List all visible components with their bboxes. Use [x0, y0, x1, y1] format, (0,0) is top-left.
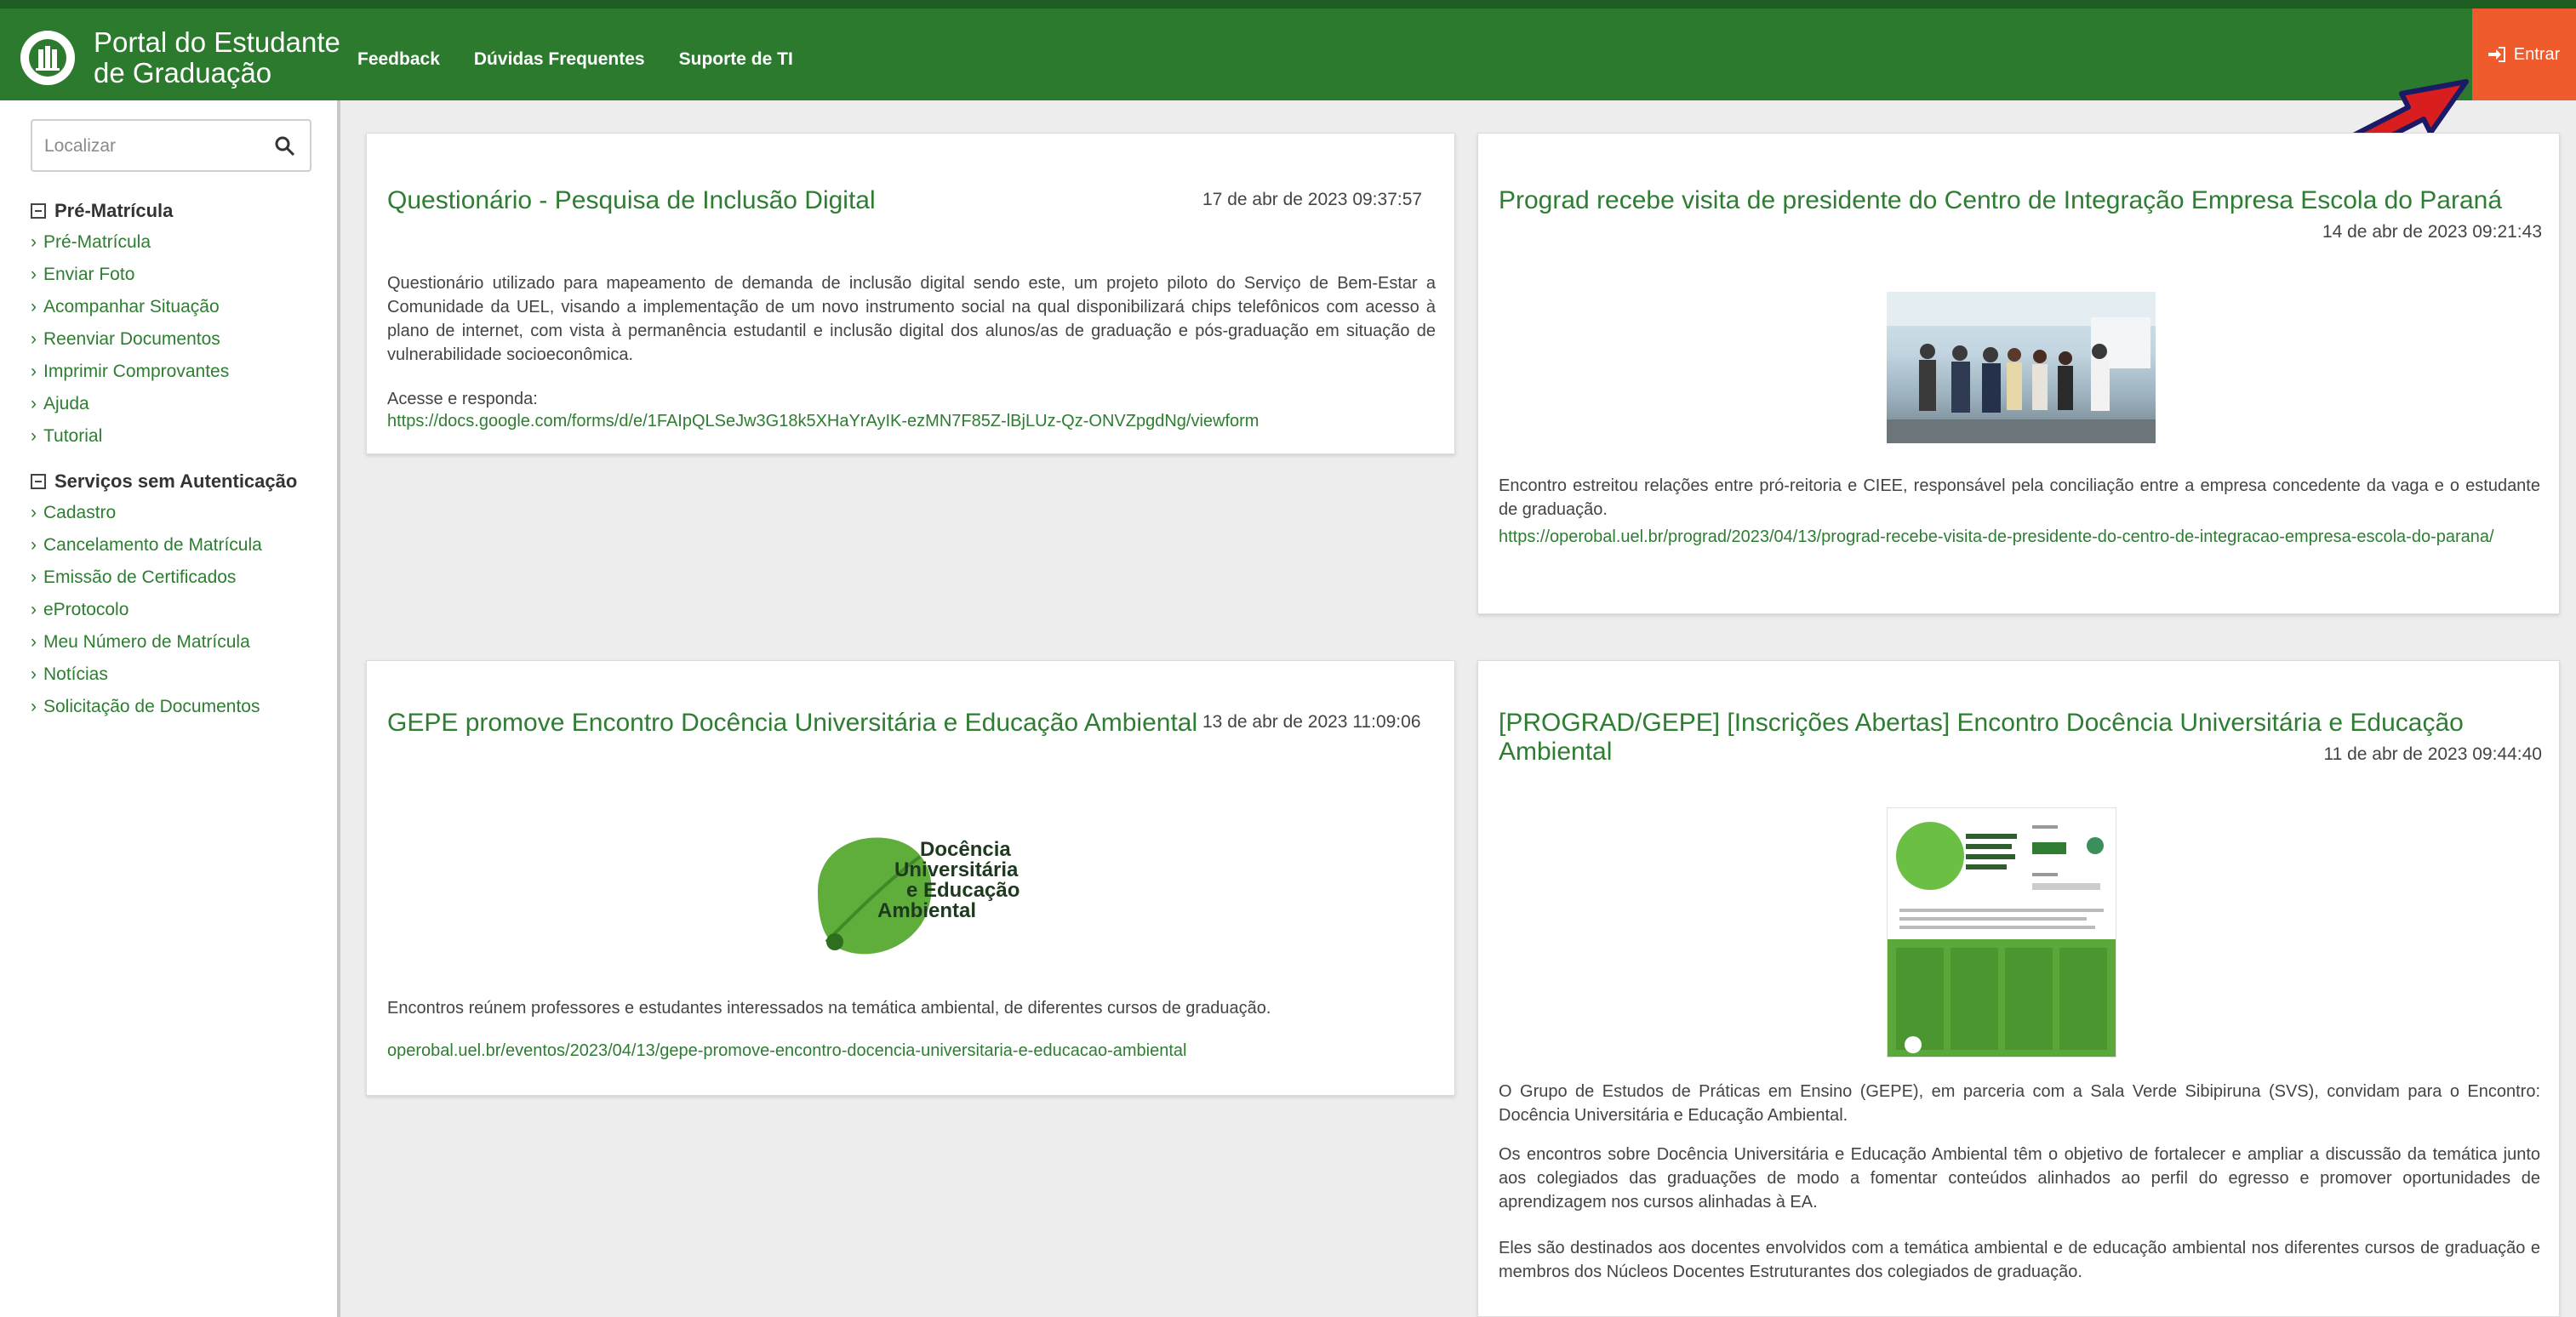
sidebar-item-label: Cancelamento de Matrícula — [43, 535, 262, 555]
sidebar-item-label: eProtocolo — [43, 600, 129, 619]
brand-title: Portal do Estudante de Graduação — [94, 27, 340, 88]
news-date: 13 de abr de 2023 11:09:06 — [1202, 712, 1421, 732]
news-body: Encontro estreitou relações entre pró-re… — [1499, 476, 2540, 519]
sidebar-item-solicitacao-documentos[interactable]: › Solicitação de Documentos — [31, 691, 328, 723]
sidebar-item-pre-matricula[interactable]: › Pré-Matrícula — [31, 226, 328, 259]
sidebar-item-certificados[interactable]: › Emissão de Certificados — [31, 562, 328, 594]
sidebar-item-ajuda[interactable]: › Ajuda — [31, 388, 328, 420]
news-card-gepe-encontro: GEPE promove Encontro Docência Universit… — [366, 660, 1455, 1096]
news-body-p1: O Grupo de Estudos de Práticas em Ensino… — [1499, 1082, 2540, 1125]
sign-in-icon — [2487, 47, 2505, 62]
chevron-right-icon: › — [31, 697, 37, 716]
top-navbar: Portal do Estudante de Graduação Feedbac… — [0, 0, 2576, 100]
chevron-right-icon: › — [31, 664, 37, 684]
sidebar-item-label: Reenviar Documentos — [43, 329, 220, 349]
news-date: 11 de abr de 2023 09:44:40 — [2323, 744, 2542, 764]
collapse-icon — [31, 474, 46, 489]
search-box — [31, 119, 311, 172]
news-title[interactable]: GEPE promove Encontro Docência Universit… — [387, 709, 1197, 738]
sidebar-item-reenviar-documentos[interactable]: › Reenviar Documentos — [31, 323, 328, 356]
search-icon[interactable] — [274, 135, 296, 157]
event-poster — [1887, 807, 2116, 1058]
news-body-p3: Eles são destinados aos docentes envolvi… — [1499, 1239, 2540, 1281]
sidebar-item-numero-matricula[interactable]: › Meu Número de Matrícula — [31, 626, 328, 658]
chevron-right-icon: › — [31, 426, 37, 446]
news-photo — [1887, 292, 2156, 443]
section-pre-matricula[interactable]: Pré-Matrícula — [31, 196, 328, 226]
university-logo-icon — [20, 31, 75, 85]
login-button[interactable]: Entrar — [2472, 9, 2576, 100]
chevron-right-icon: › — [31, 632, 37, 652]
top-nav: Feedback Dúvidas Frequentes Suporte de T… — [357, 49, 793, 70]
section-servicos-sem-autenticacao[interactable]: Serviços sem Autenticação — [31, 466, 328, 497]
news-body-p2: Os encontros sobre Docência Universitári… — [1499, 1145, 2540, 1212]
sidebar-item-label: Cadastro — [43, 503, 117, 522]
news-card-prograd-ciee: Prograd recebe visita de presidente do C… — [1477, 133, 2560, 614]
sidebar-item-label: Emissão de Certificados — [43, 567, 237, 587]
news-date: 14 de abr de 2023 09:21:43 — [2322, 222, 2542, 242]
logo-text-4: Ambiental — [877, 899, 977, 922]
news-body: Questionário utilizado para mapeamento d… — [387, 274, 1436, 364]
brand-line-2: de Graduação — [94, 57, 272, 88]
section-title-label: Pré-Matrícula — [54, 200, 174, 221]
brand[interactable]: Portal do Estudante de Graduação — [20, 27, 340, 88]
news-link[interactable]: operobal.uel.br/eventos/2023/04/13/gepe-… — [387, 1039, 1436, 1063]
logo-text-1: Docência — [920, 838, 1011, 861]
news-card-inscricoes-abertas: [PROGRAD/GEPE] [Inscrições Abertas] Enco… — [1477, 660, 2560, 1317]
chevron-right-icon: › — [31, 362, 37, 381]
search-input[interactable] — [44, 131, 266, 162]
sidebar-item-label: Notícias — [43, 664, 108, 684]
sidebar-item-imprimir-comprovantes[interactable]: › Imprimir Comprovantes — [31, 356, 328, 388]
sidebar-item-label: Pré-Matrícula — [43, 232, 151, 252]
sidebar-item-acompanhar-situacao[interactable]: › Acompanhar Situação — [31, 291, 328, 323]
nav-faq[interactable]: Dúvidas Frequentes — [474, 49, 645, 70]
sidebar-item-label: Acompanhar Situação — [43, 297, 220, 316]
chevron-right-icon: › — [31, 567, 37, 587]
nav-feedback[interactable]: Feedback — [357, 49, 440, 70]
logo-text-2: Universitária — [894, 858, 1019, 881]
logo-text-3: e Educação — [906, 879, 1020, 902]
sidebar-item-cancelamento[interactable]: › Cancelamento de Matrícula — [31, 529, 328, 562]
sidebar-item-label: Imprimir Comprovantes — [43, 362, 230, 381]
brand-line-1: Portal do Estudante — [94, 26, 340, 58]
sidebar-item-label: Meu Número de Matrícula — [43, 632, 250, 652]
login-label: Entrar — [2513, 44, 2561, 64]
sidebar-item-label: Enviar Foto — [43, 265, 135, 284]
news-link[interactable]: https://operobal.uel.br/prograd/2023/04/… — [1499, 525, 2540, 549]
sidebar-item-label: Ajuda — [43, 394, 89, 413]
chevron-right-icon: › — [31, 265, 37, 284]
sidebar-menu: Pré-Matrícula › Pré-Matrícula › Enviar Fot… — [31, 196, 328, 723]
news-card-inclusao-digital: Questionário - Pesquisa de Inclusão Digi… — [366, 133, 1455, 454]
sidebar-item-enviar-foto[interactable]: › Enviar Foto — [31, 259, 328, 291]
sidebar-item-label: Solicitação de Documentos — [43, 697, 260, 716]
section-title-label: Serviços sem Autenticação — [54, 470, 298, 492]
nav-it-support[interactable]: Suporte de TI — [679, 49, 793, 70]
news-access-label: Acesse e responda: — [387, 390, 538, 408]
sidebar-item-cadastro[interactable]: › Cadastro — [31, 497, 328, 529]
event-logo: Docência Universitária e Educação Ambien… — [792, 814, 1065, 967]
news-title[interactable]: Prograd recebe visita de presidente do C… — [1499, 186, 2545, 215]
sidebar: Pré-Matrícula › Pré-Matrícula › Enviar Fot… — [0, 100, 340, 1317]
chevron-right-icon: › — [31, 329, 37, 349]
sidebar-item-label: Tutorial — [43, 426, 103, 446]
chevron-right-icon: › — [31, 297, 37, 316]
chevron-right-icon: › — [31, 535, 37, 555]
chevron-right-icon: › — [31, 503, 37, 522]
news-link[interactable]: https://docs.google.com/forms/d/e/1FAIpQ… — [387, 409, 1436, 433]
news-body: Encontros reúnem professores e estudante… — [387, 999, 1271, 1018]
news-date: 17 de abr de 2023 09:37:57 — [1202, 190, 1423, 209]
chevron-right-icon: › — [31, 600, 37, 619]
chevron-right-icon: › — [31, 232, 37, 252]
sidebar-item-tutorial[interactable]: › Tutorial — [31, 420, 328, 453]
chevron-right-icon: › — [31, 394, 37, 413]
sidebar-item-eprotocolo[interactable]: › eProtocolo — [31, 594, 328, 626]
sidebar-item-noticias[interactable]: › Notícias — [31, 658, 328, 691]
collapse-icon — [31, 203, 46, 219]
news-title[interactable]: Questionário - Pesquisa de Inclusão Digi… — [387, 186, 876, 215]
